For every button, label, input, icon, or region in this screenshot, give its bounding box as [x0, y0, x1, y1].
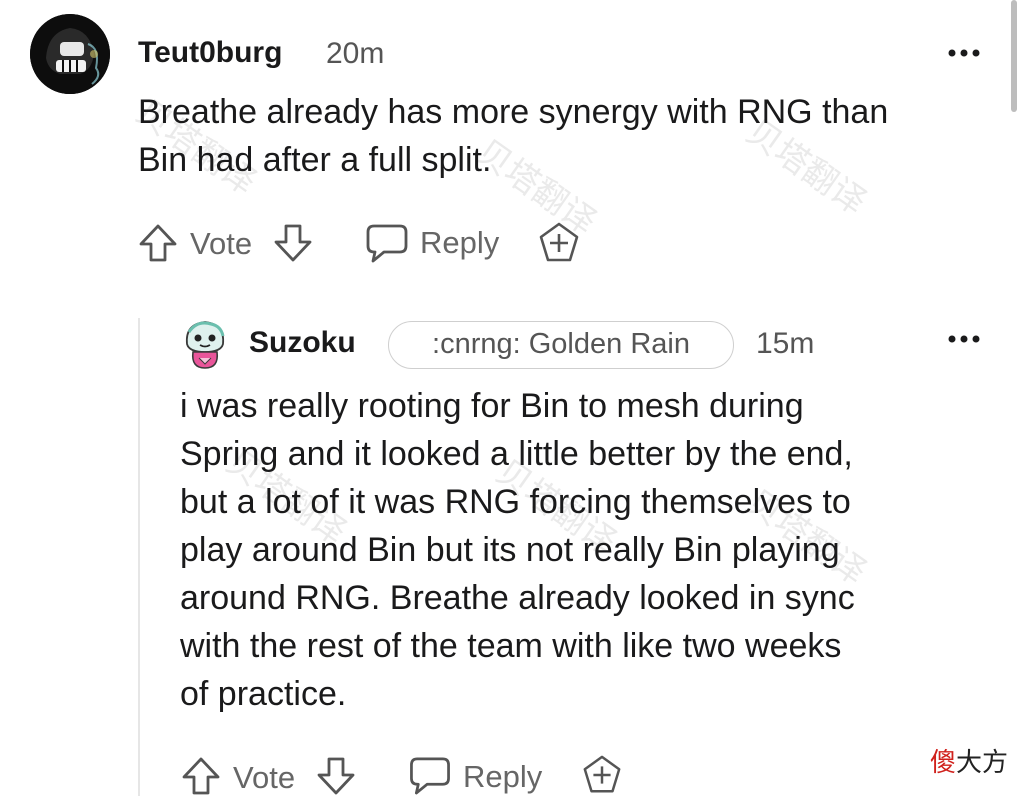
- more-options-icon[interactable]: [946, 332, 982, 346]
- award-icon[interactable]: [536, 221, 582, 265]
- timestamp: 15m: [756, 327, 815, 360]
- user-flair: :cnrng: Golden Rain: [388, 321, 734, 369]
- corner-watermark-rest: 大方: [956, 748, 1009, 778]
- scrollbar[interactable]: [1011, 0, 1017, 112]
- username[interactable]: Teut0burg: [138, 36, 282, 70]
- corner-watermark-accent: 傻: [930, 748, 957, 778]
- upvote-arrow-icon[interactable]: [180, 756, 222, 796]
- comment-line: with the rest of the team with like two …: [180, 627, 842, 665]
- vote-label: Vote: [190, 226, 253, 261]
- user-avatar[interactable]: [30, 14, 110, 94]
- reply-label: Reply: [463, 759, 543, 794]
- timestamp: 20m: [326, 37, 385, 70]
- username[interactable]: Suzoku: [249, 326, 356, 360]
- reply-label: Reply: [420, 225, 500, 260]
- corner-watermark: 傻大方: [930, 742, 1008, 779]
- comment-line: around RNG. Breathe already looked in sy…: [180, 579, 855, 617]
- comment-line: of practice.: [180, 675, 347, 713]
- reply-bubble-icon: [410, 757, 450, 795]
- downvote-arrow-icon[interactable]: [315, 756, 357, 796]
- thread-line: [138, 318, 140, 796]
- user-avatar[interactable]: [181, 318, 229, 370]
- comment-line: Bin had after a full split.: [138, 141, 492, 179]
- more-options-icon[interactable]: [946, 46, 982, 60]
- comment-line: Breathe already has more synergy with RN…: [138, 93, 889, 131]
- comment-body: i was really rooting for Bin to mesh dur…: [180, 382, 855, 718]
- cartoon-character-avatar-icon: [185, 321, 225, 369]
- comment-line: play around Bin but its not really Bin p…: [180, 531, 840, 569]
- comment-line: Spring and it looked a little better by …: [180, 435, 853, 473]
- comment-line: i was really rooting for Bin to mesh dur…: [180, 387, 804, 425]
- reply-bubble-icon: [366, 224, 408, 263]
- award-icon[interactable]: [579, 754, 625, 796]
- comment-line: but a lot of it was RNG forcing themselv…: [180, 483, 851, 521]
- dark-character-avatar-icon: [30, 14, 110, 94]
- comment-body: Breathe already has more synergy with RN…: [138, 88, 888, 184]
- vote-label: Vote: [233, 760, 296, 795]
- downvote-arrow-icon[interactable]: [272, 223, 314, 263]
- upvote-arrow-icon[interactable]: [137, 223, 179, 263]
